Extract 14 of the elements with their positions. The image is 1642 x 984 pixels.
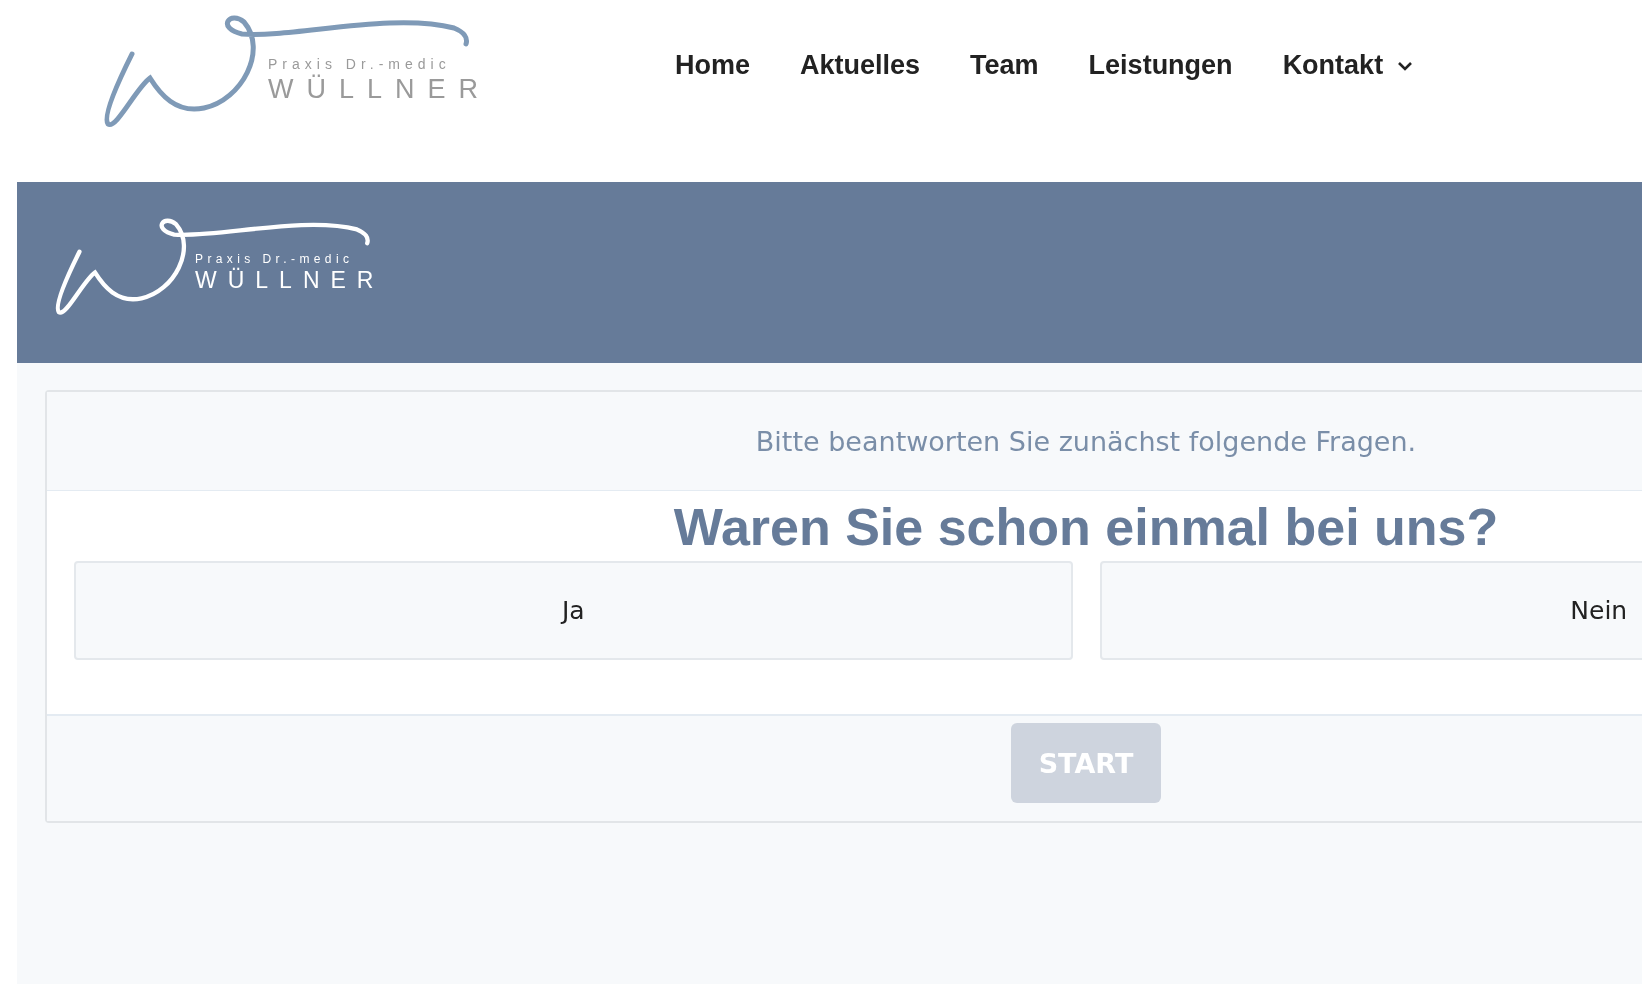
logo-subtitle: Praxis Dr.-medic [268, 56, 451, 72]
nav-link[interactable]: Aktuelles [800, 50, 921, 81]
logo-name: WÜLLNER [268, 74, 492, 105]
nav-link[interactable]: Leistungen [1088, 50, 1233, 81]
answer-option[interactable]: Ja [74, 561, 1073, 660]
logo-name: WÜLLNER [195, 267, 385, 294]
nav-link[interactable]: Kontakt [1282, 50, 1414, 81]
nav-link[interactable]: Team [970, 50, 1039, 81]
answer-option[interactable]: Nein [1099, 561, 1642, 660]
intro-text: Bitte beantworten Sie zunächst folgende Fragen. [755, 425, 1417, 457]
question-title: Waren Sie schon einmal bei uns? [672, 497, 1500, 557]
logo-subtitle: Praxis Dr.-medic [195, 252, 354, 266]
nav-link[interactable]: Home [675, 50, 750, 81]
chevron-down-icon [1397, 60, 1414, 71]
